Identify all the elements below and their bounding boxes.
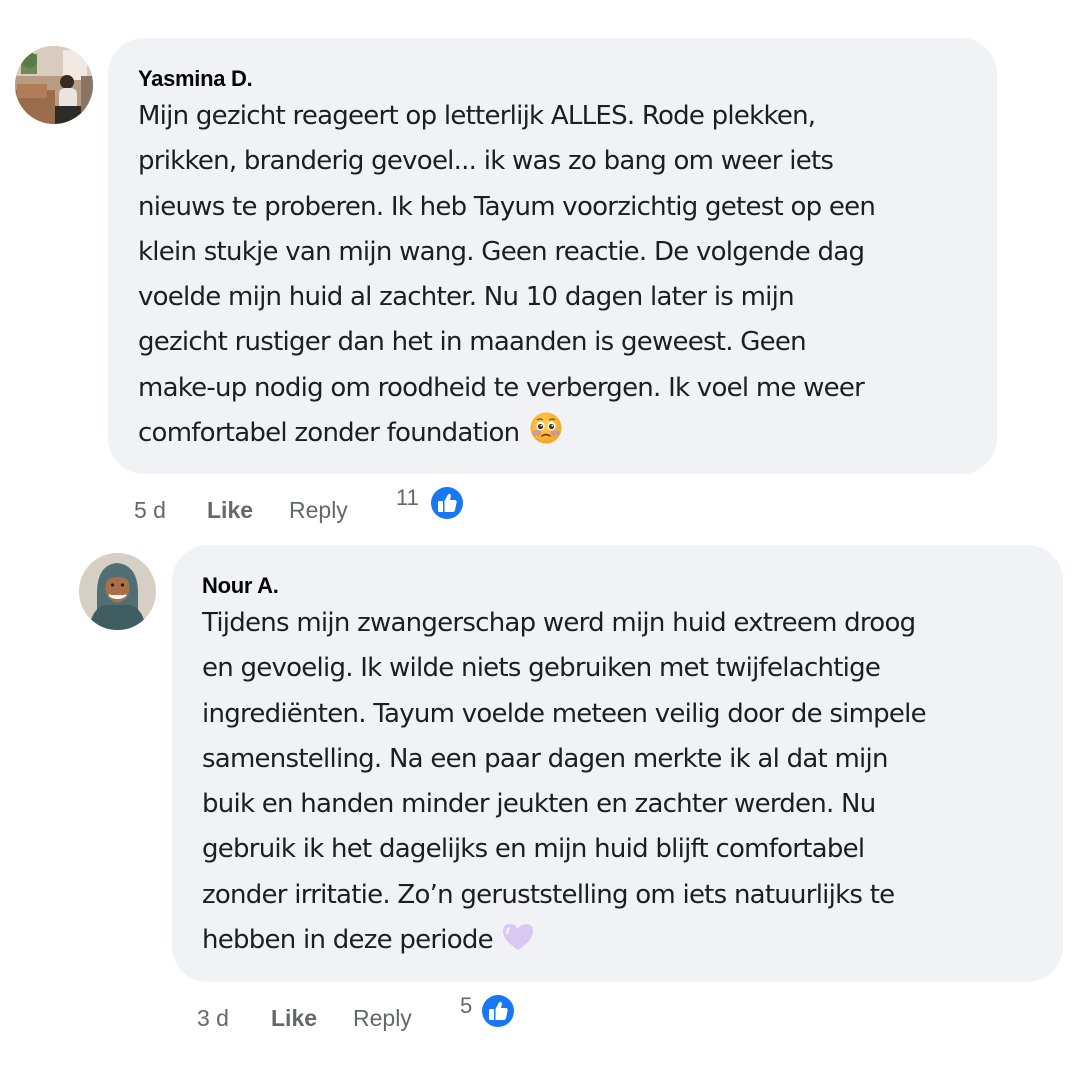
reply-button[interactable]: Reply	[289, 492, 348, 528]
comment-line: nieuws te proberen. Ik heb Tayum voorzic…	[138, 191, 876, 222]
like-button[interactable]: Like	[271, 1000, 317, 1036]
avatar[interactable]	[15, 46, 93, 124]
comment-line: zonder irritatie. Zo’n geruststelling om…	[202, 879, 895, 910]
comment-text: Mijn gezicht reageert op letterlijk ALLE…	[138, 94, 997, 460]
comment-line: gebruik ik het dagelijks en mijn huid bl…	[202, 834, 865, 865]
reply-button[interactable]: Reply	[353, 1000, 412, 1036]
like-reaction-icon[interactable]	[479, 992, 517, 1030]
comment-line: gezicht rustiger dan het in maanden is g…	[138, 327, 807, 358]
comment-line: samenstelling. Na een paar dagen merkte …	[202, 743, 888, 774]
comment-text: Tijdens mijn zwangerschap werd mijn huid…	[202, 601, 1063, 967]
comment-line: prikken, branderig gevoel... ik was zo b…	[138, 146, 834, 177]
comment-line-last: comfortabel zonder foundation	[138, 411, 997, 460]
comment-line-text: hebben in deze periode	[202, 925, 494, 956]
comments-thread: Yasmina D. Mijn gezicht reageert op lett…	[0, 0, 1080, 1080]
comment-line: Tijdens mijn zwangerschap werd mijn huid…	[202, 608, 916, 638]
comment-actions: 5 d Like Reply 11	[134, 484, 534, 532]
comment-actions: 3 d Like Reply 5	[197, 992, 597, 1040]
comment-line: ingrediënten. Tayum voelde meteen veilig…	[202, 698, 927, 729]
comment-line-last: hebben in deze periode	[202, 918, 1063, 967]
comment-bubble: Yasmina D. Mijn gezicht reageert op lett…	[108, 38, 997, 474]
comment-timestamp[interactable]: 3 d	[197, 1000, 229, 1036]
comment-line: buik en handen minder jeukten en zachter…	[202, 789, 876, 820]
like-reaction-icon[interactable]	[428, 484, 466, 522]
comment-line: en gevoelig. Ik wilde niets gebruiken me…	[202, 653, 881, 684]
comment-line: voelde mijn huid al zachter. Nu 10 dagen…	[138, 282, 795, 313]
reaction-count: 11	[396, 485, 419, 510]
comment-line-text: comfortabel zonder foundation	[138, 418, 520, 449]
comment-author[interactable]: Nour A.	[202, 572, 1063, 600]
reaction-count: 5	[460, 993, 473, 1018]
face-holding-back-tears-icon	[529, 411, 563, 460]
comment-line: make-up nodig om roodheid te verbergen. …	[138, 372, 865, 403]
like-button[interactable]: Like	[207, 492, 253, 528]
purple-heart-icon	[502, 922, 534, 967]
avatar[interactable]	[79, 553, 156, 630]
comment-line: Mijn gezicht reageert op letterlijk ALLE…	[138, 101, 816, 131]
comment-bubble: Nour A. Tijdens mijn zwangerschap werd m…	[172, 545, 1063, 982]
comment-author[interactable]: Yasmina D.	[138, 65, 997, 93]
comment-line: klein stukje van mijn wang. Geen reactie…	[138, 236, 865, 267]
comment-timestamp[interactable]: 5 d	[134, 492, 166, 528]
